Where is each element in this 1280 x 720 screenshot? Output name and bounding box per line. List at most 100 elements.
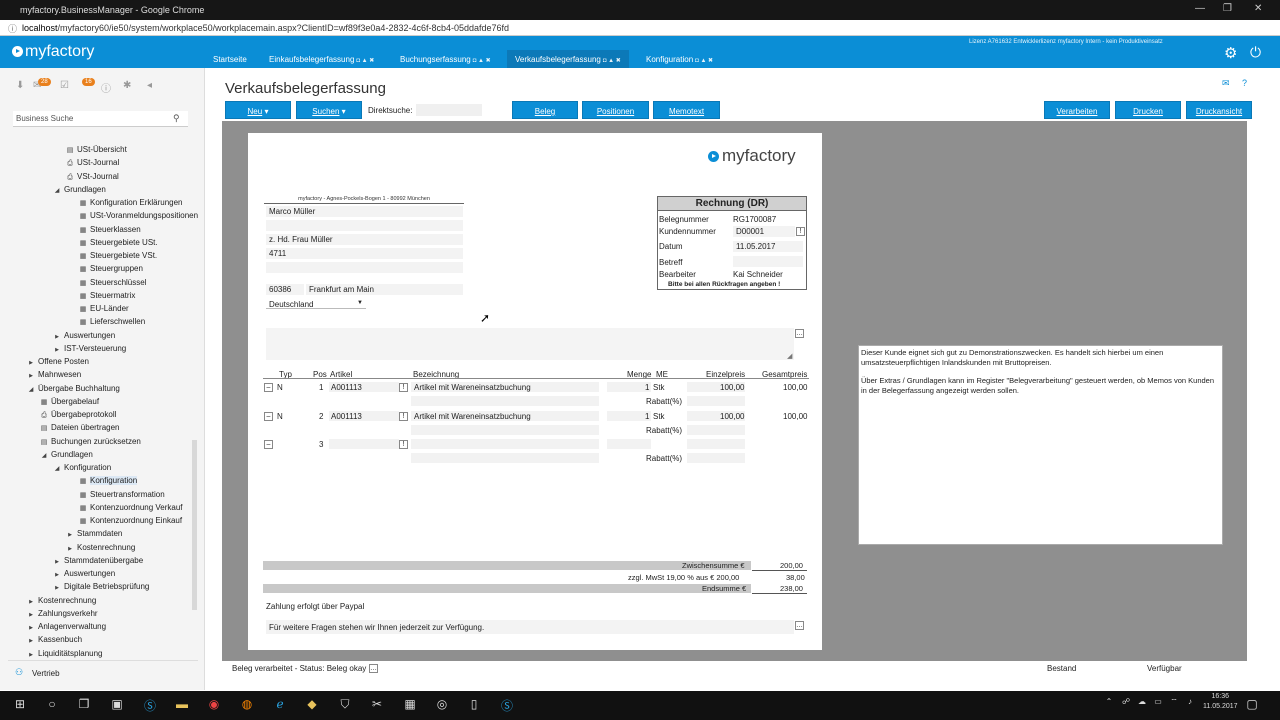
tree-item[interactable]: ▶ Digitale Betriebsprüfung [53,582,149,591]
expand-toggle-icon[interactable]: ◢ [40,452,48,459]
row-langtext-field[interactable] [411,453,599,463]
expand-toggle-icon[interactable]: ▶ [66,546,74,552]
sidebar-scrollbar[interactable] [192,440,197,610]
row-bezeichnung-field[interactable] [411,439,599,449]
row-artikel-field[interactable] [329,439,399,449]
pin-icon[interactable]: ⬇ [16,80,24,91]
task-view-icon[interactable]: ❐ [76,697,92,711]
expand-toggle-icon[interactable]: ▶ [53,334,61,340]
address-number-field[interactable] [266,248,463,259]
address-line5-field[interactable] [266,262,463,273]
tree-item[interactable]: ▦ Übergabelauf [40,397,99,406]
action-center-icon[interactable]: ▢ [1244,697,1260,711]
row-langtext-field[interactable] [411,396,599,406]
expand-toggle-icon[interactable]: ▶ [27,360,35,366]
expand-toggle-icon[interactable]: ▶ [27,625,35,631]
taskbar-clock[interactable]: 16:36 11.05.2017 [1203,692,1238,712]
neu-button[interactable]: Neu ▾ [225,101,291,119]
druckansicht-button[interactable]: Druckansicht [1186,101,1252,119]
tree-item[interactable]: ⎙ Übergabeprotokoll [40,410,116,420]
help-icon[interactable]: ? [1242,78,1247,88]
tree-item[interactable]: ▶ Auswertungen [53,331,115,340]
tab-controls-icon[interactable]: ◘ ▲ ✖ [603,58,621,64]
betreff-field[interactable] [733,256,803,267]
tree-item[interactable]: ▶ Liquiditätsplanung [27,649,102,658]
network-icon[interactable]: ☍ [1118,697,1134,711]
tree-item[interactable]: ▦ Steuerklassen [79,225,141,234]
tree-item[interactable]: ▶ Kostenrechnung [66,543,135,552]
resize-grip-icon[interactable]: ◢ [787,352,792,360]
globe-icon[interactable]: ◎ [434,697,450,711]
kunden-lookup-button[interactable]: ! [796,227,805,236]
restore-icon[interactable]: ❐ [1223,3,1232,14]
tree-item[interactable]: ⎙ VSt-Journal [66,172,119,182]
expand-toggle-icon[interactable]: ▶ [53,347,61,353]
tree-item[interactable]: ▶ IST-Versteuerung [53,344,126,353]
tab-startseite[interactable]: Startseite [205,50,255,68]
tree-item[interactable]: ▦ Kontenzuordnung Einkauf [79,516,182,525]
cortana-icon[interactable]: ○ [44,697,60,711]
chrome-icon[interactable]: ◉ [206,697,222,711]
positionen-button[interactable]: Positionen [582,101,649,119]
tree-item[interactable]: ▦ Steuergebiete USt. [79,238,158,247]
expand-toggle-icon[interactable]: ◢ [27,386,35,393]
row-menge-field[interactable] [607,439,651,449]
tree-item[interactable]: ▦ Konfiguration Erklärungen [79,198,183,207]
direktsuche-input[interactable] [416,104,482,116]
memo-expand-button[interactable]: … [795,329,804,338]
tab-controls-icon[interactable]: ◘ ▲ ✖ [473,58,491,64]
address-line2-field[interactable] [266,220,463,231]
skype-business-icon[interactable]: Ⓢ [499,697,515,713]
expand-toggle-icon[interactable]: ▶ [27,638,35,644]
tab-einkaufsbelegerfassung[interactable]: Einkaufsbelegerfassung ◘ ▲ ✖ [261,50,382,68]
tree-item[interactable]: ◢ Grundlagen [40,450,93,459]
tree-item[interactable]: ▤ Buchungen zurücksetzen [40,437,141,446]
expand-toggle-icon[interactable]: ◢ [53,187,61,194]
artikel-lookup-button[interactable]: ! [399,440,408,449]
volume-icon[interactable]: ♪ [1182,697,1198,711]
tab-konfiguration[interactable]: Konfiguration ◘ ▲ ✖ [638,50,721,68]
tree-item[interactable]: ▶ Kostenrechnung [27,596,96,605]
row-einzelpreis-field[interactable] [687,439,745,449]
tools-app-icon[interactable]: ✂ [369,697,385,711]
tree-item[interactable]: ▦ EU-Länder [79,304,129,313]
address-bar[interactable]: ⓘ localhost/myfactory60/ie50/system/work… [0,20,1280,36]
row-langtext-field[interactable] [411,424,599,435]
wifi-icon[interactable]: ⌔ [1166,697,1182,711]
artikel-lookup-button[interactable]: ! [399,411,408,421]
tab-buchungserfassung[interactable]: Buchungserfassung ◘ ▲ ✖ [392,50,499,68]
tray-chevron-icon[interactable]: ⌃ [1101,697,1117,711]
collapse-icon[interactable]: ◂ [147,80,152,91]
memotext-button[interactable]: Memotext [653,101,720,119]
archive-icon[interactable]: ▦ [402,697,418,711]
tree-item[interactable]: ▦ Steuertransformation [79,490,165,499]
payment-text[interactable]: Zahlung erfolgt über Paypal [266,602,364,611]
tree-item[interactable]: ◢ Grundlagen [53,185,106,194]
tree-item[interactable]: ▶ Anlagenverwaltung [27,622,106,631]
app-icon[interactable]: ◆ [304,697,320,711]
row-rabatt-field[interactable] [687,396,745,406]
search-go-icon[interactable]: ⚲ [173,113,180,124]
tree-item[interactable]: ▶ Offene Posten [27,357,89,366]
tree-item[interactable]: ▦ Steuerschlüssel [79,278,147,287]
windows-start-icon[interactable]: ⊞ [12,697,28,711]
gear-icon[interactable]: ⚙ [1224,44,1237,62]
tree-item[interactable]: ▤ USt-Übersicht [66,145,127,154]
expand-toggle-icon[interactable]: ▶ [66,532,74,538]
tree-item[interactable]: ◢ Konfiguration [53,463,111,472]
close-icon[interactable]: ✕ [1254,3,1262,14]
battery-icon[interactable]: ▭ [1150,697,1166,711]
expand-toggle-icon[interactable]: ▶ [27,373,35,379]
row-remove-button[interactable]: – [264,383,273,392]
tree-item[interactable]: ▦ Lieferschwellen [79,317,145,326]
skype-icon[interactable]: Ⓢ [142,697,158,713]
tree-item[interactable]: ◢ Übergabe Buchhaltung [27,384,120,393]
suchen-button[interactable]: Suchen ▾ [296,101,362,119]
tree-item[interactable]: ▦ USt-Voranmeldungspositionen [79,211,198,220]
row-rabatt-field[interactable] [687,424,745,435]
expand-toggle-icon[interactable]: ▶ [27,612,35,618]
tools-icon[interactable]: ✱ [123,80,131,91]
tree-item[interactable]: ▤ Dateien übertragen [40,423,120,432]
tree-item[interactable]: ▶ Stammdaten [66,529,122,538]
expand-toggle-icon[interactable]: ◢ [53,465,61,472]
